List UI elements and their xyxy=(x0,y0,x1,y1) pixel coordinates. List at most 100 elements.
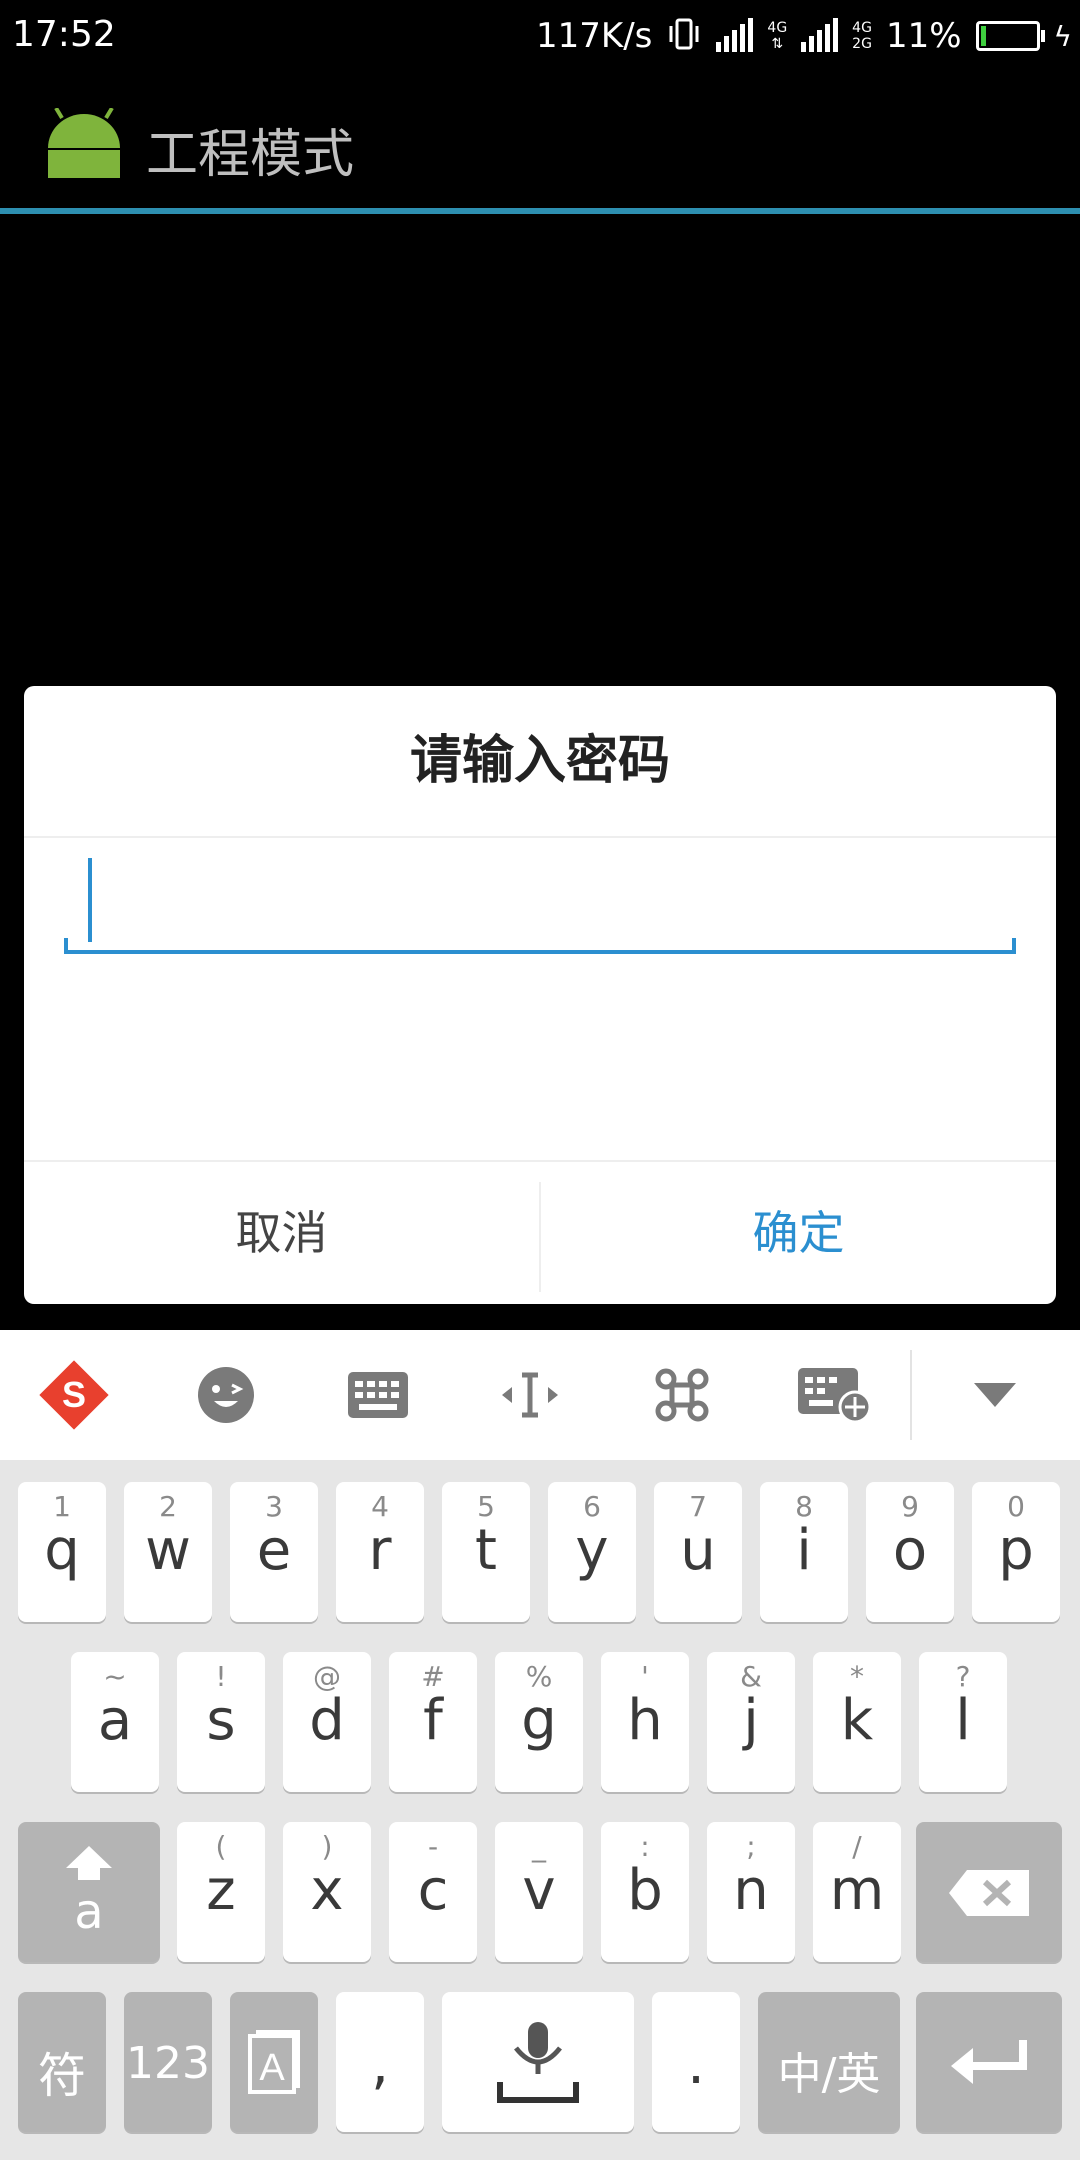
backspace-key[interactable] xyxy=(916,1822,1062,1962)
key-c[interactable]: -c xyxy=(389,1822,477,1962)
status-time: 17:52 xyxy=(12,14,116,55)
key-m[interactable]: / m xyxy=(813,1822,901,1962)
enter-key[interactable] xyxy=(916,1992,1062,2132)
divider xyxy=(24,836,1056,838)
key-label: s xyxy=(206,1688,236,1753)
comma-key[interactable]: , xyxy=(336,1992,424,2132)
key-p[interactable]: 0p xyxy=(972,1482,1060,1622)
input-underline xyxy=(64,938,1016,954)
charging-icon: ϟ xyxy=(1053,19,1072,53)
key-j[interactable]: & j xyxy=(707,1652,795,1792)
svg-text:S: S xyxy=(62,1374,86,1415)
collapse-keyboard-icon[interactable] xyxy=(945,1330,1045,1460)
emoji-icon[interactable] xyxy=(176,1330,276,1460)
battery-percent: 11% xyxy=(885,16,962,56)
key-label: x xyxy=(310,1858,344,1923)
key-label: r xyxy=(368,1518,392,1583)
key-k[interactable]: * k xyxy=(813,1652,901,1792)
key-label: b xyxy=(627,1858,663,1923)
key-label: w xyxy=(145,1518,191,1583)
android-icon xyxy=(44,106,124,178)
key-label: m xyxy=(829,1858,885,1923)
divider xyxy=(910,1350,912,1440)
battery-icon xyxy=(975,21,1045,51)
key-label: t xyxy=(475,1518,497,1583)
key-label: 符 xyxy=(37,2048,86,2104)
key-label: e xyxy=(256,1518,292,1583)
voice-space-key[interactable] xyxy=(442,1992,634,2132)
symbols-key[interactable]: 符 xyxy=(18,1992,106,2132)
cancel-button[interactable]: 取消 xyxy=(24,1162,539,1304)
key-label: a xyxy=(74,1884,104,1940)
key-label: , xyxy=(371,2032,389,2097)
app-bar: 工程模式 xyxy=(0,72,1080,212)
language-switch-key[interactable]: 中/英 xyxy=(758,1992,900,2132)
enter-icon xyxy=(951,2040,1027,2084)
cursor-move-icon[interactable] xyxy=(480,1330,580,1460)
key-label: u xyxy=(680,1518,716,1583)
keyboard-toolbar: S xyxy=(0,1330,1080,1460)
key-d[interactable]: @ d xyxy=(283,1652,371,1792)
key-label: n xyxy=(733,1858,769,1923)
key-label: i xyxy=(796,1518,812,1583)
key-o[interactable]: 9o xyxy=(866,1482,954,1622)
key-label: 123 xyxy=(126,2038,210,2089)
key-r[interactable]: 4r xyxy=(336,1482,424,1622)
status-bar: 17:52 117K/s 4G ⇅ 4G 2G 11% ϟ xyxy=(0,0,1080,72)
key-label: o xyxy=(892,1518,928,1583)
vibrate-icon xyxy=(666,16,702,56)
svg-text:A: A xyxy=(259,2047,285,2089)
key-g[interactable]: % g xyxy=(495,1652,583,1792)
ok-button[interactable]: 确定 xyxy=(541,1162,1056,1304)
dialog-title: 请输入密码 xyxy=(409,731,670,791)
key-x[interactable]: ) x xyxy=(283,1822,371,1962)
key-t[interactable]: 5t xyxy=(442,1482,530,1622)
key-label: q xyxy=(44,1518,80,1583)
password-input[interactable] xyxy=(64,861,1014,951)
network-type-2: 4G 2G xyxy=(852,20,872,52)
app-bar-divider xyxy=(0,208,1080,214)
key-e[interactable]: 3e xyxy=(230,1482,318,1622)
signal-icon xyxy=(716,18,754,52)
key-label: g xyxy=(521,1688,557,1753)
network-speed: 117K/s xyxy=(536,16,653,56)
key-label: d xyxy=(309,1688,345,1753)
key-v[interactable]: _ v xyxy=(495,1822,583,1962)
key-label: j xyxy=(743,1688,759,1753)
sogou-logo-icon[interactable]: S xyxy=(24,1330,124,1460)
status-icons: 117K/s 4G ⇅ 4G 2G 11% ϟ xyxy=(536,12,1072,60)
numbers-key[interactable]: 123 xyxy=(124,1992,212,2132)
key-z[interactable]: (z xyxy=(177,1822,265,1962)
keyboard-icon[interactable] xyxy=(328,1330,428,1460)
app-title: 工程模式 xyxy=(146,125,355,185)
key-s[interactable]: ! s xyxy=(177,1652,265,1792)
key-label: f xyxy=(423,1688,443,1753)
shift-key[interactable]: a xyxy=(18,1822,160,1962)
key-label: v xyxy=(522,1858,556,1923)
key-h[interactable]: ' h xyxy=(601,1652,689,1792)
shift-arrow-icon xyxy=(66,1846,112,1880)
key-u[interactable]: 7u xyxy=(654,1482,742,1622)
key-label: . xyxy=(687,2032,705,2097)
key-label: h xyxy=(627,1688,663,1753)
signal-2-icon xyxy=(801,18,839,52)
key-a[interactable]: ~ a xyxy=(71,1652,159,1792)
key-label: l xyxy=(955,1688,971,1753)
key-label: 中/英 xyxy=(777,2049,881,2100)
keyboard-settings-icon[interactable] xyxy=(784,1330,884,1460)
key-w[interactable]: 2w xyxy=(124,1482,212,1622)
key-n[interactable]: ; n xyxy=(707,1822,795,1962)
text-cursor xyxy=(88,858,92,942)
period-key[interactable]: . xyxy=(652,1992,740,2132)
key-i[interactable]: 8i xyxy=(760,1482,848,1622)
command-icon[interactable] xyxy=(632,1330,732,1460)
key-f[interactable]: # f xyxy=(389,1652,477,1792)
key-y[interactable]: 6y xyxy=(548,1482,636,1622)
handwriting-key[interactable]: A xyxy=(230,1992,318,2132)
key-l[interactable]: ? l xyxy=(919,1652,1007,1792)
handwriting-icon: A xyxy=(248,2030,300,2094)
key-b[interactable]: :b xyxy=(601,1822,689,1962)
key-q[interactable]: 1q xyxy=(18,1482,106,1622)
password-dialog: 请输入密码 取消 确定 xyxy=(24,686,1056,1304)
key-label: a xyxy=(97,1688,133,1753)
